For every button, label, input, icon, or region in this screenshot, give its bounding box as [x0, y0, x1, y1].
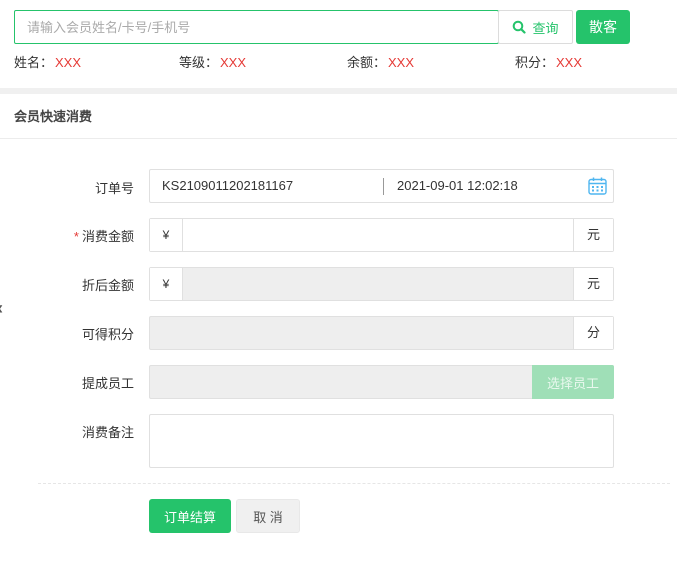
order-no-field: KS2109011202181167 2021-09-01 12:02:18 [149, 169, 614, 203]
member-balance-info: 余额： XXX [347, 52, 414, 71]
amount-unit-suffix: 元 [573, 219, 613, 251]
staff-field: 选择员工 [149, 365, 614, 399]
section-divider [0, 138, 677, 139]
points-input [150, 317, 572, 349]
member-search-input[interactable] [14, 10, 499, 44]
query-button[interactable]: 查询 [498, 10, 573, 44]
amount-currency-prefix: ¥ [150, 219, 183, 251]
order-time-value: 2021-09-01 12:02:18 [397, 178, 518, 193]
member-points-label: 积分： [515, 55, 555, 70]
walkin-customer-button[interactable]: 散客 [576, 10, 630, 44]
cancel-button[interactable]: 取 消 [236, 499, 300, 533]
member-balance-label: 余额： [347, 55, 387, 70]
form-divider [38, 483, 670, 484]
order-divider [383, 178, 384, 195]
member-level-label: 等级： [179, 55, 219, 70]
required-mark: * [73, 229, 79, 244]
discount-label: 折后金额 [81, 278, 134, 293]
member-balance-value: XXX [388, 55, 415, 70]
order-no-label: 订单号 [94, 181, 134, 196]
note-label: 消费备注 [81, 425, 134, 440]
member-name-label: 姓名： [14, 55, 54, 70]
note-textarea[interactable] [149, 414, 614, 468]
discount-input [184, 268, 572, 300]
checkout-button[interactable]: 订单结算 [149, 499, 231, 533]
member-name-value: XXX [55, 55, 82, 70]
section-title: 会员快速消费 [14, 109, 93, 124]
amount-label: * 消费金额 [40, 226, 134, 245]
amount-input[interactable] [184, 219, 572, 251]
order-no-value: KS2109011202181167 [162, 178, 294, 193]
discount-unit-suffix: 元 [573, 268, 613, 300]
member-points-info: 积分： XXX [515, 52, 582, 71]
amount-field: ¥ 元 [149, 218, 614, 252]
points-field: 分 [149, 316, 614, 350]
search-icon [513, 20, 527, 34]
staff-label: 提成员工 [81, 376, 134, 391]
query-button-label: 查询 [532, 20, 559, 36]
collapse-arrow-icon[interactable]: ‹ [0, 298, 3, 319]
member-level-info: 等级： XXX [179, 52, 246, 71]
select-staff-button[interactable]: 选择员工 [532, 365, 614, 399]
discount-field: ¥ 元 [149, 267, 614, 301]
section-separator [0, 88, 677, 94]
member-name-info: 姓名： XXX [14, 52, 81, 71]
amount-label-text: 消费金额 [81, 229, 134, 244]
member-level-value: XXX [220, 55, 247, 70]
discount-currency-prefix: ¥ [150, 268, 183, 300]
calendar-icon[interactable] [588, 177, 607, 195]
points-unit-suffix: 分 [573, 317, 613, 349]
member-points-value: XXX [556, 55, 583, 70]
points-label: 可得积分 [81, 327, 134, 342]
